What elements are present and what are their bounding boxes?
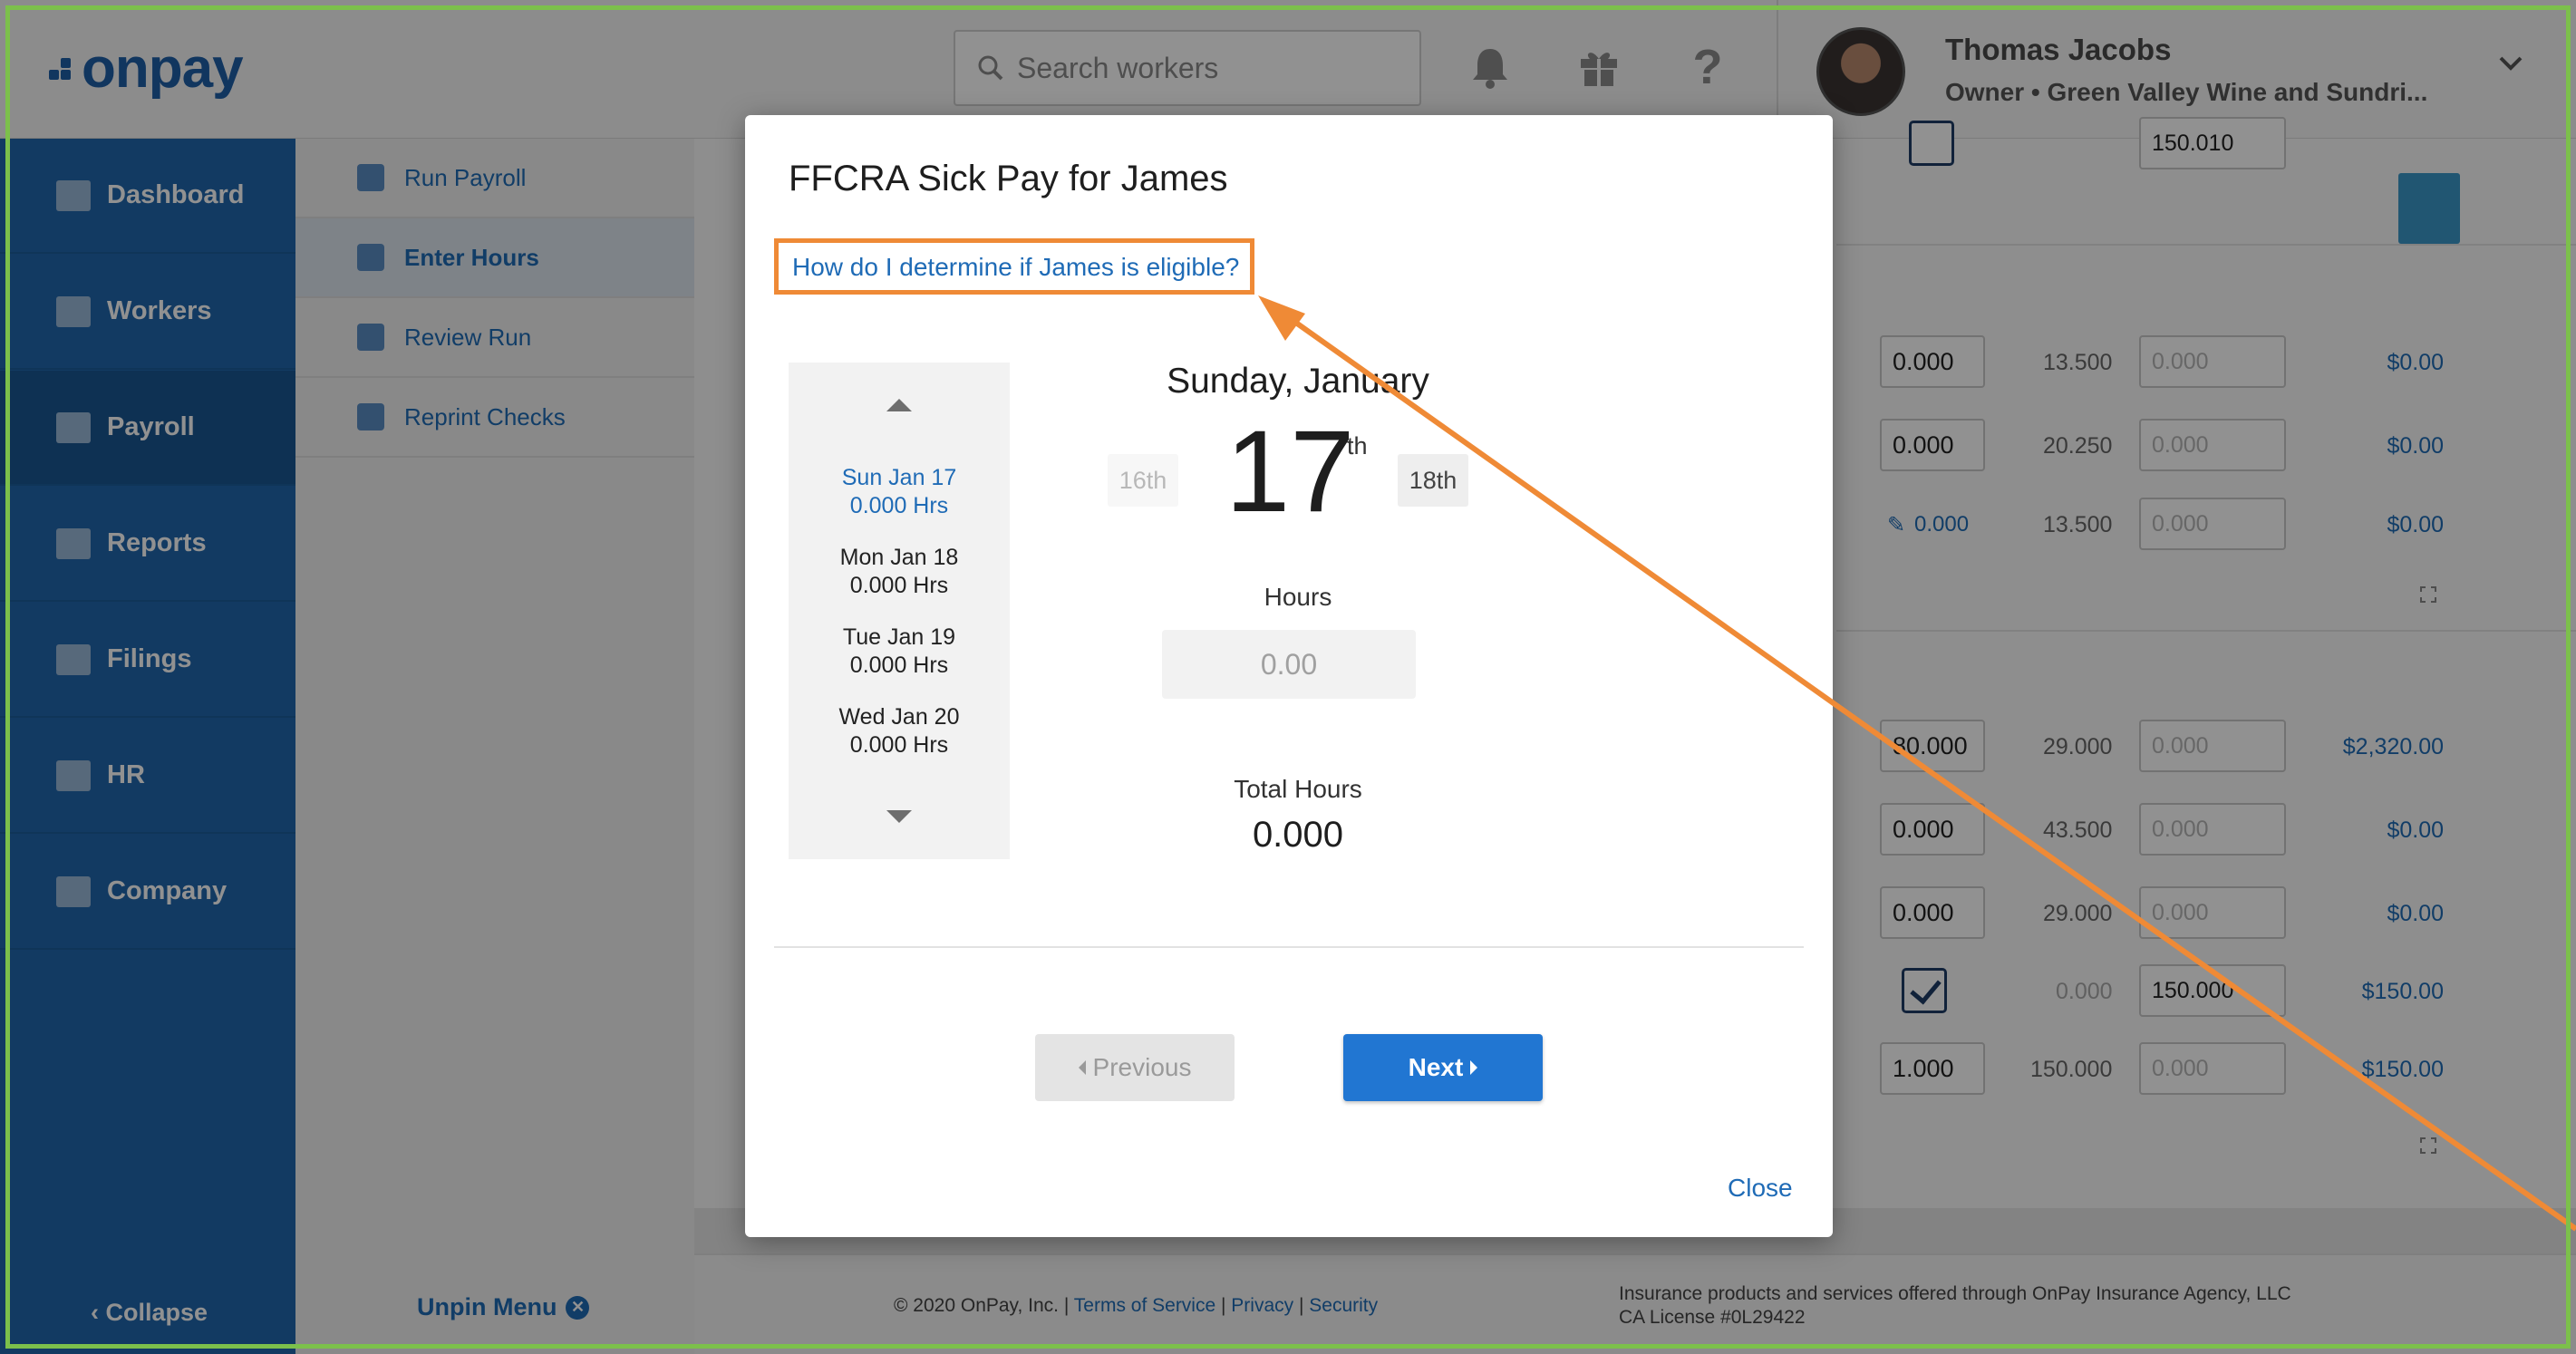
caret-up-icon[interactable] [886,399,912,411]
previous-day-button[interactable]: 16th [1108,454,1178,507]
day-label: Tue Jan 19 [842,624,956,650]
caret-down-icon[interactable] [886,810,912,823]
next-button[interactable]: Next [1343,1034,1543,1101]
day-hours: 0.000 Hrs [849,653,949,678]
next-button-label: Next [1408,1053,1464,1081]
date-heading: Sunday, January [1167,362,1429,401]
modal-divider [774,946,1804,948]
total-hours-label: Total Hours [1234,775,1362,803]
day-hours: 0.000 Hrs [849,493,949,518]
day-label: Sun Jan 17 [841,465,957,490]
day-item-wed-jan-20[interactable]: Wed Jan 20 0.000 Hrs [789,703,1010,759]
day-item-sun-jan-17[interactable]: Sun Jan 17 0.000 Hrs [789,464,1010,520]
caret-right-icon [1470,1060,1478,1075]
day-ordinal-suffix: th [1347,432,1368,459]
total-hours-value: 0.000 [1252,815,1344,855]
day-item-mon-jan-18[interactable]: Mon Jan 18 0.000 Hrs [789,544,1010,600]
previous-button-label: Previous [1092,1053,1192,1081]
day-hours: 0.000 Hrs [849,732,949,758]
caret-left-icon [1078,1060,1086,1075]
day-selector: Sun Jan 17 0.000 Hrs Mon Jan 18 0.000 Hr… [789,363,1010,859]
close-button[interactable]: Close [1728,1174,1793,1203]
previous-button[interactable]: Previous [1035,1034,1235,1101]
selected-day-number: 17 [1225,407,1355,537]
day-hours: 0.000 Hrs [849,573,949,598]
highlight-annotation-box [774,238,1254,295]
hours-label: Hours [1264,583,1332,611]
day-label: Mon Jan 18 [839,545,959,570]
modal-title: FFCRA Sick Pay for James [789,159,1228,198]
hours-input[interactable]: 0.00 [1162,630,1416,699]
day-label: Wed Jan 20 [838,704,960,730]
next-day-button[interactable]: 18th [1398,454,1468,507]
day-item-tue-jan-19[interactable]: Tue Jan 19 0.000 Hrs [789,624,1010,680]
ffcra-sick-pay-modal: FFCRA Sick Pay for James How do I determ… [745,115,1833,1237]
